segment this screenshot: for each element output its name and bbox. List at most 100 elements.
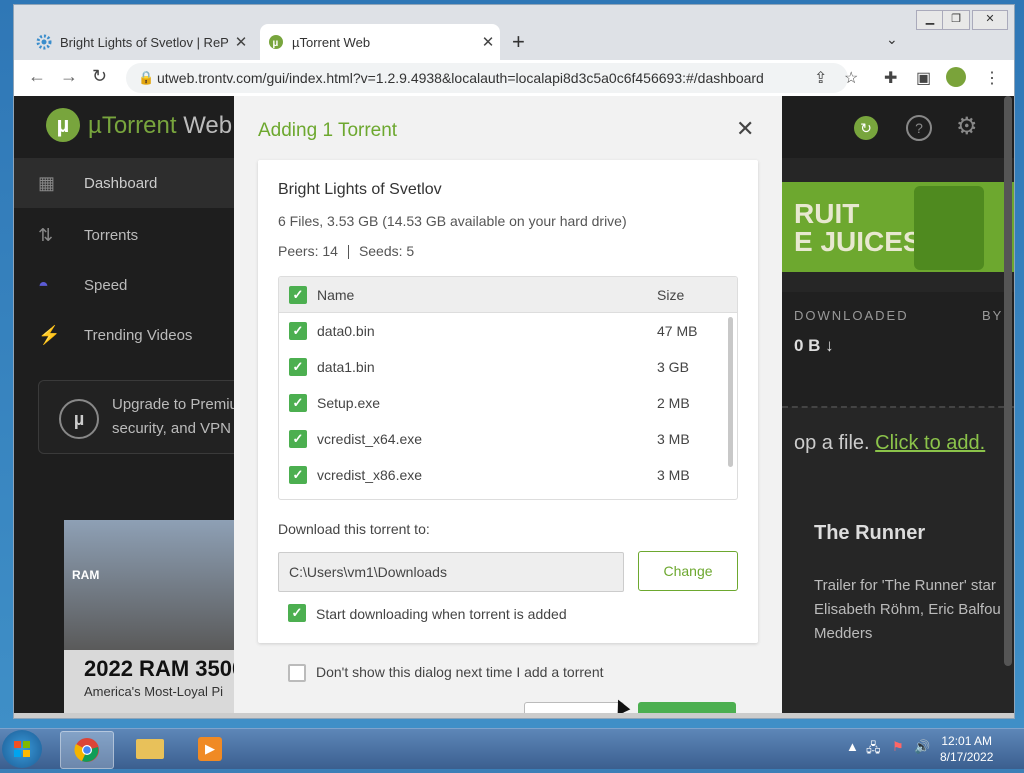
ad-banner-text: RUIT E JUICES (794, 198, 922, 257)
file-checkbox[interactable]: ✓ (289, 430, 307, 448)
juice-bottle-image (914, 186, 984, 270)
sidebar-item-speed[interactable]: ◓ Speed (14, 260, 234, 310)
close-window-button[interactable]: ✕ (972, 10, 1008, 30)
action-center-flag-icon[interactable]: ⚑ (892, 739, 904, 755)
restore-button[interactable]: ❐ (942, 10, 970, 30)
tab-utorrent[interactable]: µ µTorrent Web ✕ (260, 24, 500, 60)
side-panel-icon[interactable]: ▣ (916, 68, 931, 88)
dialog-title: Adding 1 Torrent (258, 120, 398, 141)
file-checkbox[interactable]: ✓ (289, 358, 307, 376)
stat-value: 0 B ↓ (794, 336, 834, 355)
sidebar-item-label: Speed (84, 276, 128, 294)
file-row[interactable]: ✓ vcredist_x86.exe 3 MB (279, 457, 729, 493)
extensions-puzzle-icon[interactable]: ✚ (884, 68, 897, 88)
browser-window: Bright Lights of Svetlov | RePack ✕ µ µT… (13, 4, 1015, 719)
page-scrollbar[interactable] (1004, 96, 1012, 666)
bookmark-star-icon[interactable]: ☆ (844, 68, 858, 88)
stat-label-2: BY (982, 308, 1004, 323)
start-downloading-checkbox[interactable]: ✓ (288, 604, 306, 622)
taskbar: ▶ ▲ 🖧 ⚑ 🔊 12:01 AM 8/17/2022 (0, 728, 1024, 769)
stat-label: DOWNLOADED (794, 308, 909, 323)
file-row[interactable]: ✓ data0.bin 47 MB (279, 313, 729, 349)
media-player-icon: ▶ (198, 737, 222, 761)
change-location-button[interactable]: Change (638, 551, 738, 591)
windows-logo-icon (14, 741, 30, 757)
dont-show-checkbox[interactable] (288, 664, 306, 682)
tab-close-icon[interactable]: ✕ (229, 33, 253, 51)
remote-sync-icon[interactable]: ↻ (854, 116, 878, 140)
video-lightning-icon: ⚡ (38, 324, 61, 345)
utorrent-web-page: µ µTorrent Web ↻ ? ⚙ ▦ Dashboard ⇅ Torre… (14, 96, 1014, 718)
horizontal-scrollbar[interactable] (14, 713, 1014, 718)
column-header-name[interactable]: Name (317, 287, 354, 303)
ram-brand: RAM (72, 568, 100, 582)
settings-gear-icon[interactable]: ⚙ (956, 112, 978, 141)
kebab-menu-icon[interactable]: ⋮ (984, 68, 1000, 88)
premium-shield-icon: µ (59, 399, 99, 439)
file-row[interactable]: ✓ vcredist_x64.exe 3 MB (279, 421, 729, 457)
tab-repack[interactable]: Bright Lights of Svetlov | RePack ✕ (28, 24, 253, 60)
reload-icon[interactable]: ↻ (92, 66, 107, 87)
file-name: data0.bin (317, 323, 375, 339)
tab-search-chevron-icon[interactable]: ⌄ (886, 31, 898, 48)
gear-favicon-icon (36, 34, 52, 50)
volume-icon[interactable]: 🔊 (914, 739, 930, 755)
taskbar-chrome[interactable] (60, 731, 114, 769)
file-list-header: ✓ Name Size (279, 277, 737, 313)
utorrent-favicon-icon: µ (269, 35, 283, 49)
sidebar-item-dashboard[interactable]: ▦ Dashboard (14, 158, 234, 208)
download-path-field[interactable]: C:\Users\vm1\Downloads (278, 552, 624, 592)
divider (347, 245, 349, 260)
sidebar-item-torrents[interactable]: ⇅ Torrents (14, 210, 234, 260)
show-hidden-icons-icon[interactable]: ▲ (846, 739, 859, 754)
brand-main: µTorrent (88, 112, 177, 139)
system-clock[interactable]: 12:01 AM 8/17/2022 (940, 733, 993, 765)
video-title[interactable]: The Runner (814, 522, 925, 545)
forward-arrow-icon[interactable]: → (60, 66, 78, 87)
click-to-add-link[interactable]: Click to add. (875, 432, 985, 454)
select-all-checkbox[interactable]: ✓ (289, 286, 307, 304)
file-checkbox[interactable]: ✓ (289, 394, 307, 412)
file-checkbox[interactable]: ✓ (289, 322, 307, 340)
grid-icon: ▦ (38, 172, 56, 193)
file-name: Setup.exe (317, 395, 381, 411)
ad-subtitle: America's Most-Loyal Pi (84, 684, 224, 699)
drop-zone[interactable]: op a file. Click to add. (794, 432, 985, 455)
file-checkbox[interactable]: ✓ (289, 466, 307, 484)
dont-show-label: Don't show this dialog next time I add a… (316, 664, 604, 680)
file-size: 3 MB (657, 431, 690, 447)
file-name: data1.bin (317, 359, 375, 375)
network-icon[interactable]: 🖧 (866, 739, 881, 761)
start-button[interactable] (2, 730, 42, 768)
file-row[interactable]: ✓ data1.bin 3 GB (279, 349, 729, 385)
lock-icon[interactable]: 🔒 (138, 70, 154, 86)
speedometer-icon: ◓ (38, 274, 49, 295)
juice-ad-banner[interactable]: RUIT E JUICES (774, 182, 1014, 272)
taskbar-media-player[interactable]: ▶ (184, 731, 236, 767)
new-tab-button[interactable]: + (512, 29, 525, 55)
address-bar[interactable]: 🔒 utweb.trontv.com/gui/index.html?v=1.2.… (126, 63, 848, 93)
file-size: 2 MB (657, 395, 690, 411)
add-torrent-dialog: Adding 1 Torrent ✕ Bright Lights of Svet… (234, 96, 782, 718)
ad-title: 2022 RAM 3500 (84, 656, 245, 681)
file-row[interactable]: ✓ Setup.exe 2 MB (279, 385, 729, 421)
sidebar-item-label: Dashboard (84, 174, 158, 192)
back-arrow-icon[interactable]: ← (28, 66, 46, 87)
column-header-size[interactable]: Size (657, 287, 684, 303)
sidebar-item-trending-videos[interactable]: ⚡ Trending Videos (14, 310, 234, 360)
file-list: ✓ Name Size ✓ data0.bin 47 MB ✓ data1.bi… (278, 276, 738, 500)
chrome-icon (74, 738, 99, 762)
upgrade-text: Upgrade to Premiu security, and VPN (112, 396, 238, 437)
up-down-arrows-icon: ⇅ (38, 224, 54, 245)
tab-close-icon[interactable]: ✕ (476, 33, 500, 51)
file-size: 47 MB (657, 323, 698, 339)
upgrade-premium-card[interactable]: µ Upgrade to Premiu security, and VPN (38, 380, 240, 454)
torrent-details-card: Bright Lights of Svetlov 6 Files, 3.53 G… (258, 160, 758, 643)
taskbar-explorer[interactable] (124, 731, 176, 767)
minimize-button[interactable]: ▁ (916, 10, 944, 30)
share-icon[interactable]: ⇪ (814, 68, 827, 88)
help-icon[interactable]: ? (906, 115, 932, 141)
close-icon[interactable]: ✕ (736, 116, 754, 142)
profile-avatar[interactable] (946, 67, 966, 87)
file-list-scrollbar[interactable] (728, 317, 733, 467)
